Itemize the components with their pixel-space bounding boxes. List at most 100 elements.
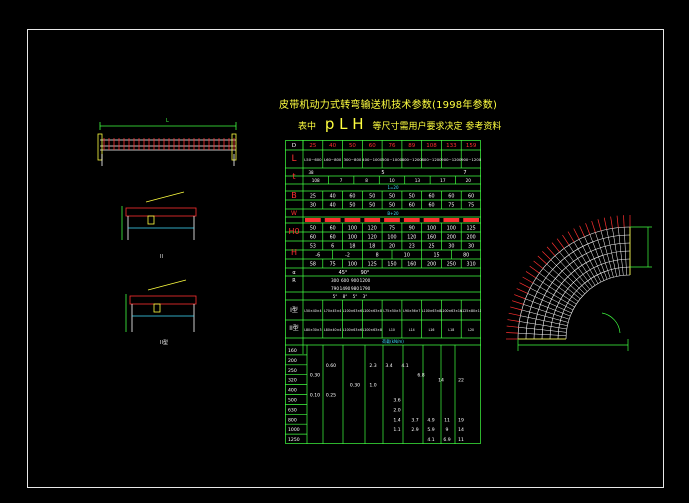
length-cell: 200 [288, 358, 297, 364]
table-cell: 400~1000 [362, 157, 383, 162]
view2-label: II [160, 254, 163, 260]
load-cell: 2.9 [411, 427, 418, 433]
length-cell: 160 [288, 348, 297, 354]
table-cell: 120 [368, 235, 377, 241]
length-cell: 250 [288, 368, 297, 374]
table-cell: L18 [448, 328, 454, 332]
arc-ray [516, 288, 528, 294]
table-cell: 100 [348, 235, 357, 241]
arc-ray [511, 300, 524, 305]
table-cell: 8° [343, 294, 348, 299]
table-cell: 53 [310, 244, 316, 250]
arc-ray [514, 294, 526, 300]
table-cell: 40 [330, 194, 336, 200]
arc-ray [562, 234, 570, 246]
row-label: α [292, 270, 296, 276]
table-cell: 7 [463, 170, 466, 176]
table-cell: 75 [389, 226, 395, 232]
arc-ray [506, 325, 519, 328]
table-cell: 60 [409, 203, 415, 209]
table-cell: 75 [468, 203, 474, 209]
row-label: B [291, 191, 297, 200]
table-note: 荷载(kN/m) [382, 338, 404, 344]
row-label: t [292, 172, 295, 181]
length-cell: 800 [288, 417, 297, 423]
table-cell: L100×63×8 [363, 328, 382, 332]
table-cell: 20 [466, 178, 472, 183]
subtitle-prefix: 表中 [298, 122, 317, 132]
load-cell: 3.4 [385, 363, 392, 369]
arc-ray [585, 223, 591, 235]
table-header-cell: 159 [466, 143, 477, 149]
arc-ray [508, 312, 521, 317]
table-cell: 900~1200 [461, 157, 481, 162]
arc-ray [591, 220, 596, 233]
table-cell: 90° [361, 270, 370, 276]
table-cell: 980 [351, 286, 359, 291]
table-cell: 50 [389, 194, 395, 200]
load-cell: 2.3 [369, 363, 376, 369]
table-header-cell: 76 [389, 143, 396, 149]
load-cell: 6.9 [443, 437, 450, 443]
table-cell: 8 [365, 178, 368, 183]
table-cell: 108 [312, 178, 320, 183]
table-cell: 50 [349, 203, 355, 209]
red-band-mark [344, 218, 361, 222]
load-cell: 0.30 [350, 383, 360, 389]
table-cell: 20 [389, 244, 395, 250]
table-cell: 60 [310, 235, 316, 241]
load-cell: 3.6 [393, 397, 400, 403]
table-note: 1=20 [388, 185, 399, 190]
arc-ray [610, 216, 613, 229]
table-cell: L14 [409, 328, 415, 332]
load-cell: 14 [438, 378, 444, 384]
table-cell: 160 [407, 262, 416, 268]
straight-conveyor-view [97, 122, 237, 166]
load-cell: 0.10 [310, 393, 320, 399]
load-cell: 3.7 [411, 417, 418, 423]
length-cell: 500 [288, 397, 297, 403]
table-cell: 18 [349, 244, 355, 250]
table-cell: L70×45×4 [324, 309, 341, 313]
table-cell: 3° [363, 294, 368, 299]
arc-ray [623, 215, 625, 228]
table-header-cell: D [292, 143, 296, 149]
table-cell: 200 [447, 235, 456, 241]
table-cell: L50~600 [304, 157, 322, 162]
arc-ray [573, 228, 580, 240]
table-cell: L75×50×5 [383, 309, 400, 313]
arc-ray [556, 238, 565, 249]
table-header-cell: 40 [329, 143, 336, 149]
arc-ray [597, 219, 602, 231]
section-view-1 [121, 191, 197, 240]
arc-roller [532, 282, 575, 308]
arc-roller [578, 239, 602, 283]
table-cell: 50 [369, 203, 375, 209]
table-note: B+20 [387, 211, 399, 216]
table-cell: 120 [407, 235, 416, 241]
table-cell: 100 [387, 235, 396, 241]
row-label: R [292, 278, 296, 284]
red-band-mark [324, 218, 341, 222]
drawing-subtitle: 表中 p L H 等尺寸需用户要求决定 参考资料 [298, 115, 501, 133]
row-label: L [291, 154, 296, 164]
table-cell: 300 [331, 278, 339, 283]
table-cell: L100×63×8 [363, 309, 382, 313]
table-cell: 75 [330, 262, 336, 268]
section-view-2 [125, 279, 197, 332]
arc-ray [567, 231, 575, 243]
curved-conveyor-plan [506, 215, 652, 351]
table-cell: L100×63×10 [441, 309, 462, 313]
drawing-title: 皮带机动力式转弯输送机技术参数(1998年参数) [279, 100, 498, 111]
table-cell: 50 [409, 194, 415, 200]
arc-ray [525, 271, 537, 279]
table-cell: 60 [330, 235, 336, 241]
arc-ray [551, 242, 560, 253]
load-cell: 4.9 [427, 417, 434, 423]
red-band-mark [364, 218, 381, 222]
row-label: H [291, 248, 297, 257]
arc-ray [507, 319, 520, 322]
arc-ray [519, 282, 531, 289]
red-band-mark [443, 218, 460, 222]
table-header-cell: 50 [349, 143, 356, 149]
